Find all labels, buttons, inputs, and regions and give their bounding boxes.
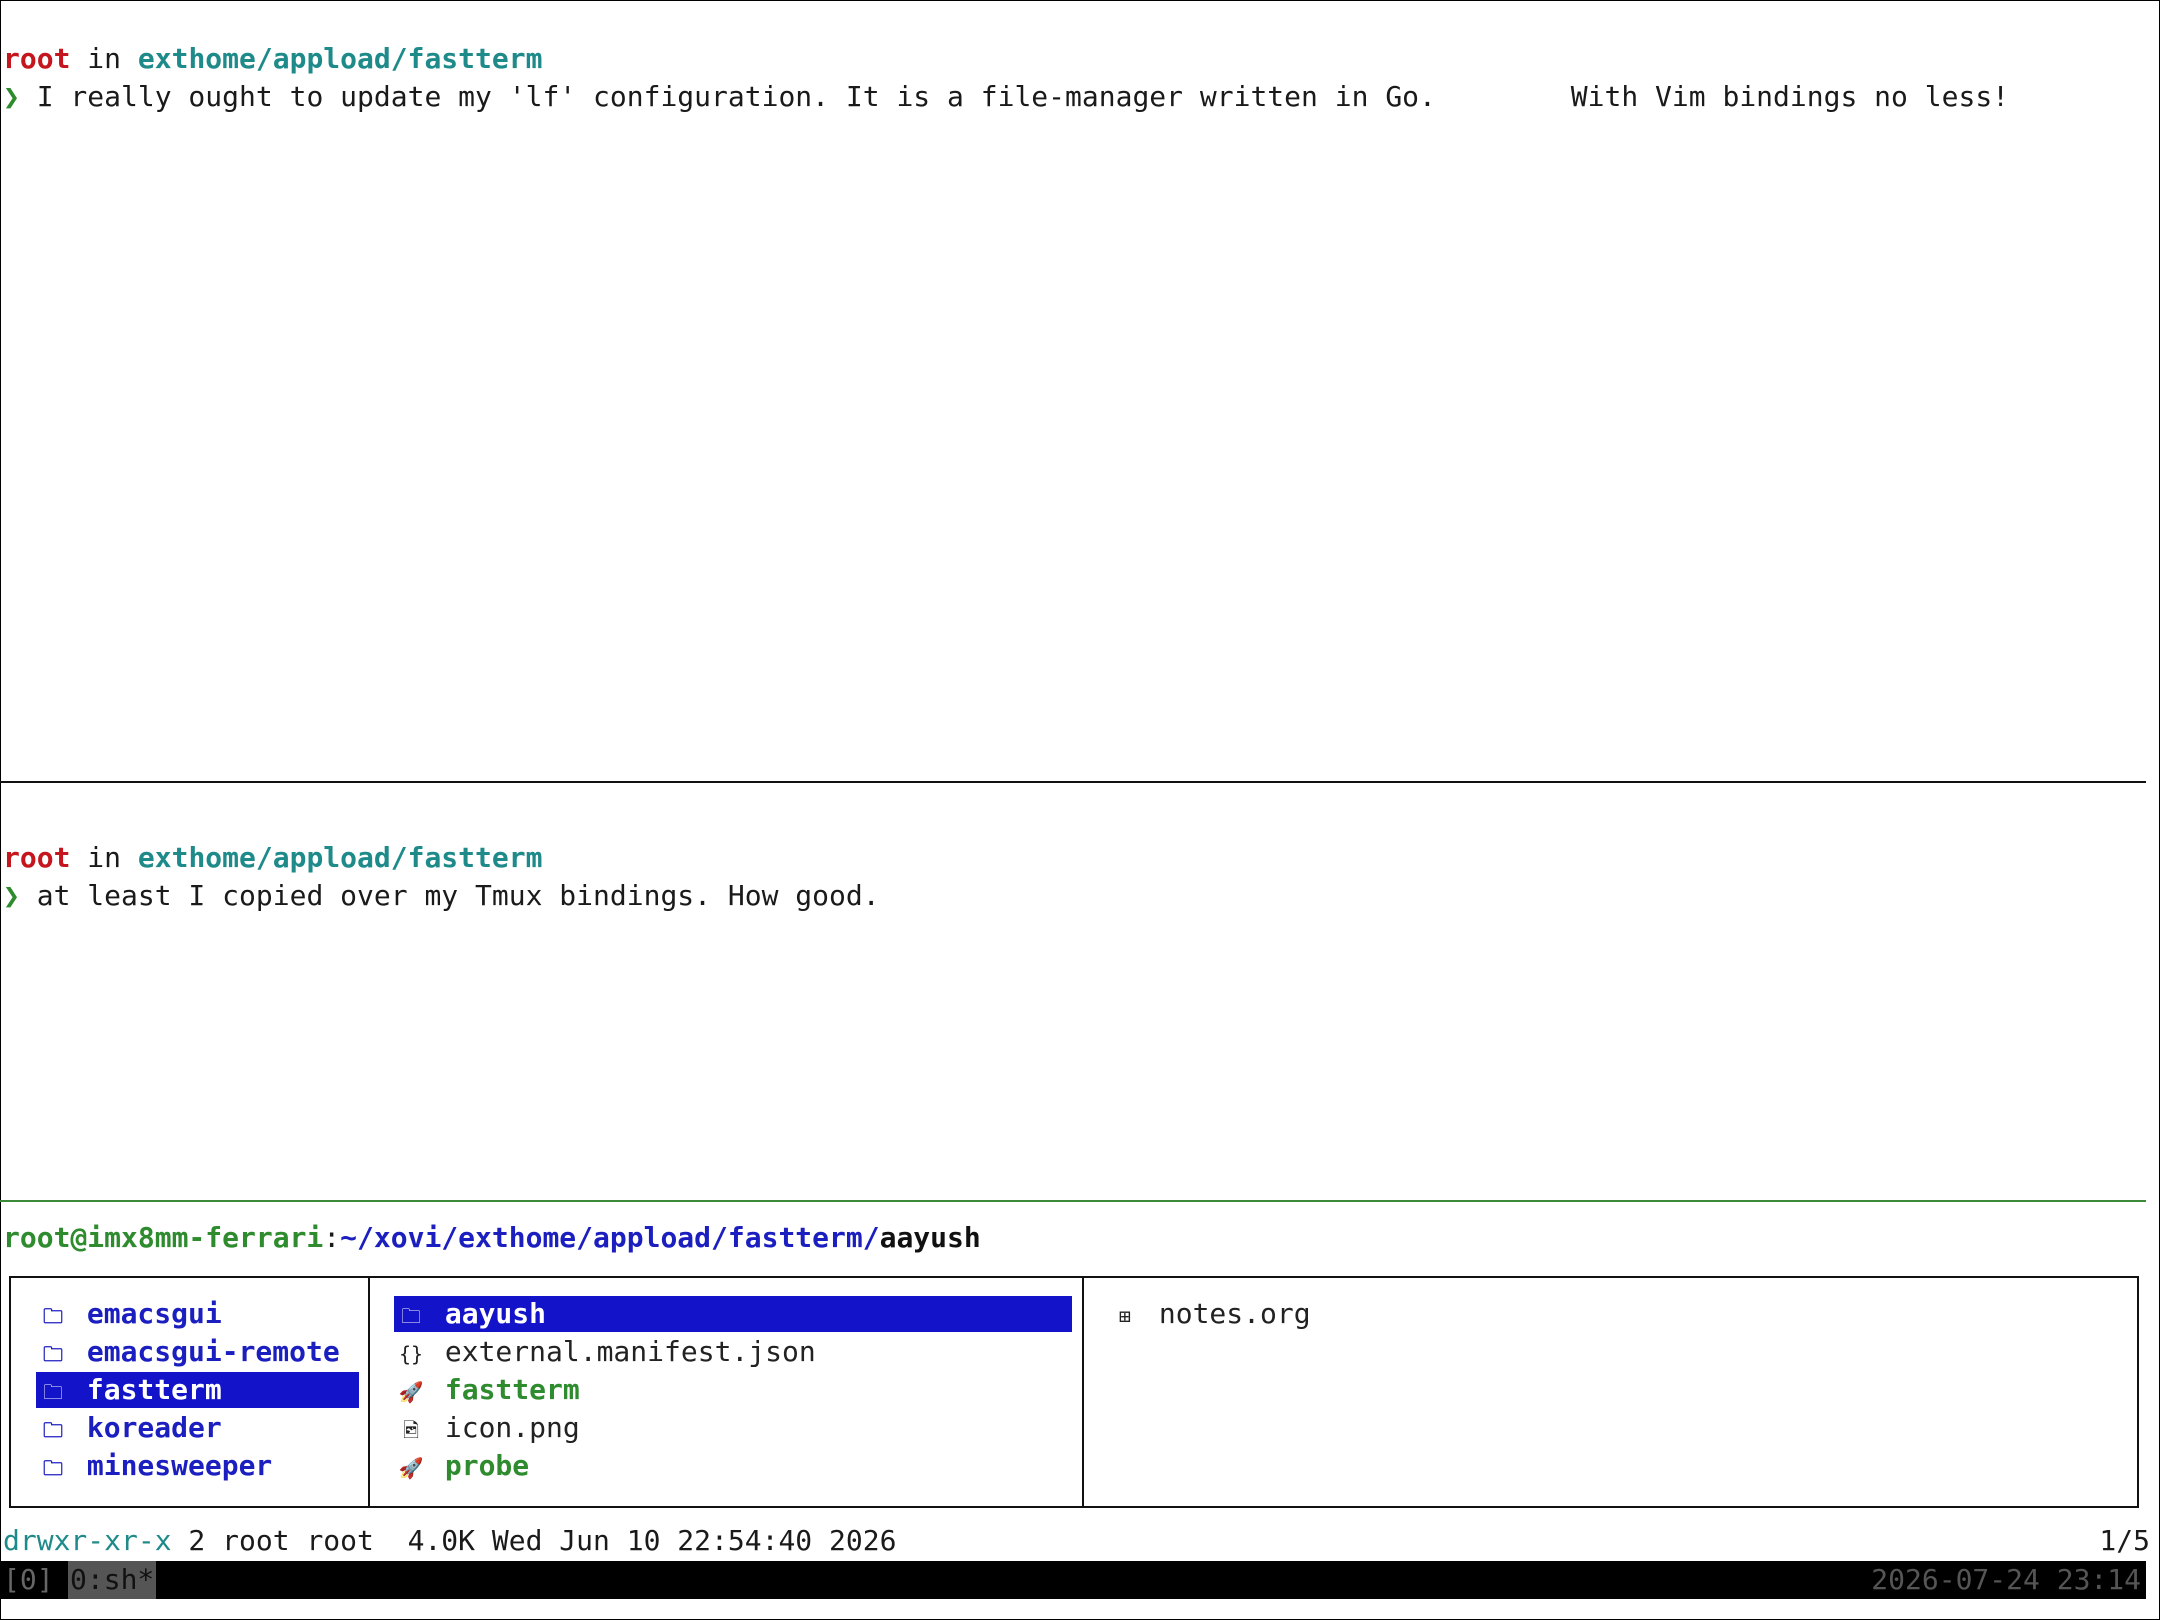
- pane-divider[interactable]: [0, 781, 2146, 783]
- tmux-session[interactable]: [0]: [3, 1561, 54, 1599]
- lf-user-host: root@imx8mm-ferrari: [3, 1221, 324, 1254]
- rocket-icon: 🚀: [398, 1380, 424, 1404]
- lf-status-line: drwxr-xr-x 2 root root 4.0K Wed Jun 10 2…: [3, 1522, 896, 1560]
- lf-parent-item[interactable]: 🗀 emacsgui-remote: [36, 1334, 359, 1370]
- pane1-command-line[interactable]: ❯ I really ought to update my 'lf' confi…: [3, 78, 2009, 116]
- lf-column-separator: [368, 1278, 370, 1506]
- pane2-command-line[interactable]: ❯ at least I copied over my Tmux binding…: [3, 877, 880, 915]
- pane1-prompt-header: root in exthome/appload/fastterm: [3, 40, 542, 78]
- lf-parent-item-selected[interactable]: 🗀 fastterm: [36, 1372, 359, 1408]
- lf-item-name: aayush: [444, 1297, 547, 1330]
- pane1-in: in: [87, 42, 122, 75]
- json-file-icon: {}: [398, 1342, 424, 1366]
- pane-divider-active[interactable]: [0, 1200, 2146, 1202]
- lf-current-item[interactable]: 🚀 fastterm: [394, 1372, 1072, 1408]
- lf-header-path: ~/xovi/exthome/appload/fastterm/: [340, 1221, 880, 1254]
- lf-item-name: minesweeper: [86, 1449, 273, 1482]
- lf-status-position: 1/5: [2099, 1524, 2150, 1557]
- pane2-in: in: [87, 841, 122, 874]
- lf-item-name: probe: [444, 1449, 530, 1482]
- pane1-path: exthome/appload/fastterm: [137, 42, 543, 75]
- folder-icon: 🗀: [43, 1304, 63, 1328]
- tmux-status-bar: [0] 0:sh* 2026-07-24 23:14: [0, 1561, 2146, 1599]
- lf-preview-item[interactable]: ⊞ notes.org: [1108, 1296, 2008, 1332]
- lf-item-name: emacsgui: [86, 1297, 222, 1330]
- lf-columns: 🗀 emacsgui 🗀 emacsgui-remote 🗀 fastterm …: [9, 1276, 2139, 1508]
- lf-item-name: fastterm: [444, 1373, 580, 1406]
- lf-current-item[interactable]: 🚀 probe: [394, 1448, 1072, 1484]
- pane2-prompt-arrow-icon: ❯: [3, 879, 20, 912]
- folder-icon: 🗀: [43, 1418, 63, 1442]
- pane1-prompt-arrow-icon: ❯: [3, 80, 20, 113]
- rocket-icon: 🚀: [398, 1456, 424, 1480]
- folder-icon: 🗀: [401, 1304, 421, 1328]
- pane2-prompt-header: root in exthome/appload/fastterm: [3, 839, 542, 877]
- lf-header-colon: :: [323, 1221, 341, 1254]
- lf-item-name: icon.png: [444, 1411, 580, 1444]
- lf-column-separator: [1082, 1278, 1084, 1506]
- lf-parent-item[interactable]: 🗀 minesweeper: [36, 1448, 359, 1484]
- lf-item-name: emacsgui-remote: [86, 1335, 340, 1368]
- lf-item-name: fastterm: [86, 1373, 222, 1406]
- pane2-user: root: [3, 841, 71, 874]
- lf-parent-item[interactable]: 🗀 emacsgui: [36, 1296, 359, 1332]
- lf-current-item[interactable]: 🖻 icon.png: [394, 1410, 1072, 1446]
- lf-header: root@imx8mm-ferrari:~/xovi/exthome/applo…: [3, 1219, 981, 1257]
- lf-status-info: 2 root root 4.0K Wed Jun 10 22:54:40 202…: [171, 1524, 897, 1557]
- pane1-command: I really ought to update my 'lf' configu…: [36, 80, 2010, 113]
- org-file-icon: ⊞: [1118, 1304, 1132, 1328]
- pane2-path: exthome/appload/fastterm: [137, 841, 543, 874]
- lf-current-item-selected[interactable]: 🗀 aayush: [394, 1296, 1072, 1332]
- pane2-command: at least I copied over my Tmux bindings.…: [36, 879, 880, 912]
- lf-status-permissions: drwxr-xr-x: [3, 1524, 172, 1557]
- tmux-clock: 2026-07-24 23:14: [1871, 1563, 2141, 1596]
- pane1-user: root: [3, 42, 71, 75]
- lf-header-current: aayush: [879, 1221, 981, 1254]
- lf-item-name: koreader: [86, 1411, 222, 1444]
- image-file-icon: 🖻: [402, 1418, 420, 1442]
- lf-item-name: notes.org: [1158, 1297, 1311, 1330]
- lf-current-item[interactable]: {} external.manifest.json: [394, 1334, 1072, 1370]
- lf-parent-item[interactable]: 🗀 koreader: [36, 1410, 359, 1446]
- folder-icon: 🗀: [43, 1380, 63, 1404]
- tmux-window-tab[interactable]: 0:sh*: [68, 1561, 157, 1599]
- folder-icon: 🗀: [43, 1456, 63, 1480]
- folder-icon: 🗀: [43, 1342, 63, 1366]
- lf-item-name: external.manifest.json: [444, 1335, 816, 1368]
